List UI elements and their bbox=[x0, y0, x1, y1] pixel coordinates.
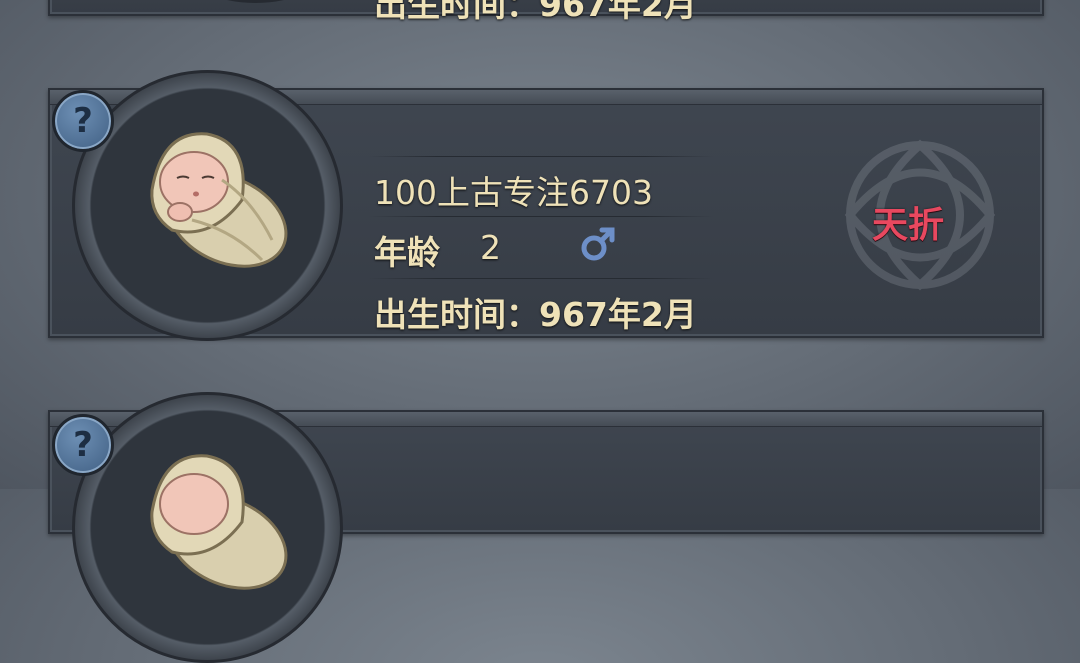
character-name: 100上古专注6703 bbox=[374, 173, 653, 212]
character-card-main[interactable]: ? 100上古专注6703 年龄 2 出生时间：967年2月 天折 bbox=[48, 70, 1044, 341]
help-question-mark: ? bbox=[73, 425, 93, 465]
divider-line bbox=[368, 216, 714, 217]
divider-line bbox=[368, 156, 714, 157]
status-label: 天折 bbox=[872, 205, 945, 246]
birth-time-text: 出生时间：967年2月 bbox=[374, 295, 697, 334]
divider-line bbox=[368, 278, 714, 279]
swaddled-baby-avatar[interactable] bbox=[132, 442, 292, 592]
male-symbol-icon bbox=[581, 227, 615, 261]
age-label: 年龄 bbox=[374, 233, 440, 272]
help-question-icon[interactable]: ? bbox=[52, 414, 114, 476]
character-card-top[interactable]: 出生时间：967年2月 bbox=[48, 0, 1044, 24]
birth-time-text: 出生时间：967年2月 bbox=[374, 0, 697, 24]
character-card-bottom[interactable]: ? bbox=[48, 392, 1044, 663]
portrait-frame bbox=[120, 0, 391, 3]
help-question-mark: ? bbox=[73, 101, 93, 141]
age-value: 2 bbox=[480, 228, 501, 267]
swaddled-baby-avatar[interactable] bbox=[132, 120, 292, 270]
help-question-icon[interactable]: ? bbox=[52, 90, 114, 152]
